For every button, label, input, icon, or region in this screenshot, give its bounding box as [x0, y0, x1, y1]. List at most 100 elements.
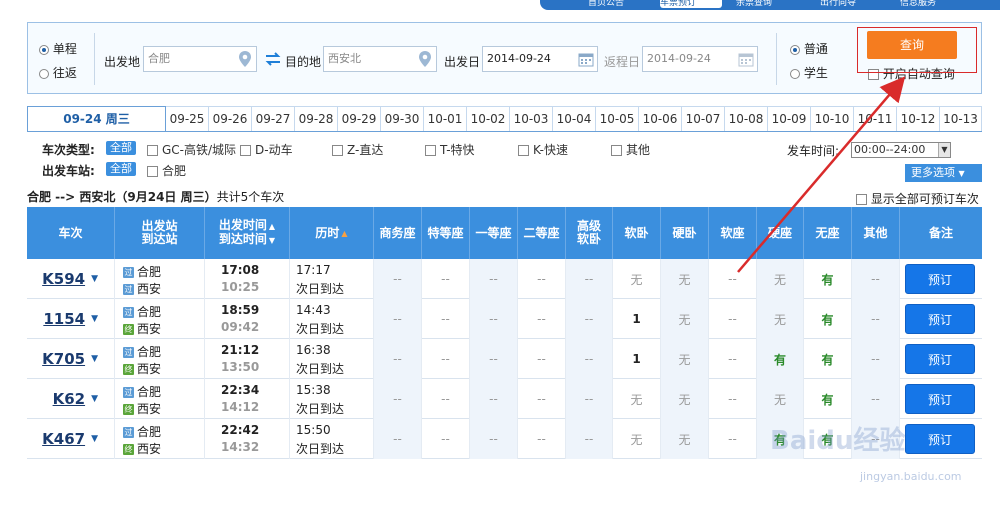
th-other-label: 其他 — [863, 225, 888, 240]
divider — [776, 33, 777, 85]
filter-gc[interactable]: GC-高铁/城际 — [147, 141, 236, 158]
checkbox-icon[interactable] — [240, 145, 251, 156]
chevron-down-icon[interactable]: ▼ — [91, 354, 98, 364]
book-button[interactable]: 预订 — [905, 304, 975, 334]
book-button[interactable]: 预订 — [905, 344, 975, 374]
date-tab[interactable]: 10-06 — [639, 106, 682, 132]
location-pin-icon[interactable] — [239, 51, 251, 67]
seat-availability: -- — [709, 259, 757, 299]
passenger-student[interactable]: 学生 — [790, 64, 828, 81]
th-times[interactable]: 出发时间 ▲ 到达时间 ▼ — [205, 207, 290, 259]
train-number-link[interactable]: K62 — [53, 390, 86, 408]
train-cell: K467 ▼ — [27, 419, 115, 459]
th-first-label: 一等座 — [475, 225, 512, 240]
book-button[interactable]: 预订 — [905, 424, 975, 454]
date-tab[interactable]: 10-08 — [725, 106, 768, 132]
chevron-down-icon[interactable]: ▼ — [91, 314, 98, 324]
more-options-button[interactable]: 更多选项 ▼ — [905, 164, 982, 182]
location-pin-icon[interactable] — [419, 51, 431, 67]
checkbox-icon[interactable] — [147, 145, 158, 156]
date-tab[interactable]: 10-13 — [940, 106, 982, 132]
date-tab[interactable]: 10-01 — [424, 106, 467, 132]
seat-availability: -- — [422, 259, 470, 299]
date-tab[interactable]: 09-28 — [295, 106, 338, 132]
train-number-link[interactable]: K705 — [42, 350, 85, 368]
seat-value: -- — [441, 272, 450, 286]
swap-icon[interactable] — [264, 52, 282, 66]
date-tab[interactable]: 09-29 — [338, 106, 381, 132]
train-number-link[interactable]: 1154 — [43, 310, 85, 328]
filter-station-hefei[interactable]: 合肥 — [147, 162, 186, 179]
checkbox-icon[interactable] — [518, 145, 529, 156]
filter-other[interactable]: 其他 — [611, 141, 650, 158]
to-station[interactable]: 终西安 — [123, 400, 161, 417]
trip-round[interactable]: 往返 — [39, 64, 77, 81]
seat-value: -- — [393, 352, 402, 366]
filter-z[interactable]: Z-直达 — [332, 141, 383, 158]
filter-t[interactable]: T-特快 — [425, 141, 475, 158]
filter-d[interactable]: D-动车 — [240, 141, 293, 158]
radio-one-way-icon[interactable] — [39, 44, 49, 55]
th-train[interactable]: 车次 — [27, 207, 115, 259]
chevron-down-icon[interactable]: ▼ — [91, 394, 98, 404]
show-all-bookable[interactable]: 显示全部可预订车次 — [856, 190, 979, 207]
chevron-down-icon[interactable]: ▼ — [91, 434, 98, 444]
station-all[interactable]: 全部 — [106, 162, 136, 176]
filter-k[interactable]: K-快速 — [518, 141, 568, 158]
date-tab[interactable]: 10-05 — [596, 106, 639, 132]
calendar-icon[interactable] — [738, 51, 754, 67]
sort-up-icon[interactable]: ▲ — [269, 222, 275, 231]
to-station[interactable]: 终西安 — [123, 320, 161, 337]
from-station[interactable]: 过合肥 — [123, 263, 161, 280]
train-number-link[interactable]: K467 — [42, 430, 85, 448]
from-station[interactable]: 过合肥 — [123, 303, 161, 320]
depart-time-select[interactable]: 00:00--24:00 ▼ — [851, 142, 951, 158]
from-station[interactable]: 过合肥 — [123, 423, 161, 440]
date-tab[interactable]: 10-12 — [897, 106, 940, 132]
checkbox-icon[interactable] — [147, 166, 158, 177]
train-number-link[interactable]: K594 — [42, 270, 85, 288]
date-tab[interactable]: 10-07 — [682, 106, 725, 132]
date-tab[interactable]: 09-25 — [166, 106, 209, 132]
sort-up-icon[interactable]: ▲ — [341, 227, 347, 240]
checkbox-icon[interactable] — [425, 145, 436, 156]
tab-home[interactable]: 首页公告 — [588, 0, 648, 8]
date-tab[interactable]: 10-11 — [854, 106, 897, 132]
to-station[interactable]: 过西安 — [123, 280, 161, 297]
date-tab[interactable]: 10-04 — [553, 106, 596, 132]
date-tab[interactable]: 09-24 周三 — [27, 106, 166, 132]
tab-info[interactable]: 信息服务 — [900, 0, 960, 8]
date-tab[interactable]: 10-02 — [467, 106, 510, 132]
to-station[interactable]: 终西安 — [123, 360, 161, 377]
checkbox-icon[interactable] — [856, 194, 867, 205]
th-duration[interactable]: 历时 ▲ — [290, 207, 374, 259]
radio-normal-icon[interactable] — [790, 44, 800, 55]
passenger-normal[interactable]: 普通 — [790, 40, 828, 57]
date-tab[interactable]: 09-27 — [252, 106, 295, 132]
divider — [94, 33, 95, 85]
date-tab[interactable]: 09-30 — [381, 106, 424, 132]
date-tab[interactable]: 10-10 — [811, 106, 854, 132]
sort-down-icon[interactable]: ▼ — [269, 236, 275, 245]
tab-remaining[interactable]: 余票查询 — [736, 0, 796, 8]
trip-one-way[interactable]: 单程 — [39, 40, 77, 57]
book-button[interactable]: 预订 — [905, 264, 975, 294]
date-tab[interactable]: 09-26 — [209, 106, 252, 132]
tab-guide[interactable]: 出行向导 — [820, 0, 880, 8]
seat-availability: 有 — [804, 379, 852, 419]
from-station[interactable]: 过合肥 — [123, 343, 161, 360]
train-type-all[interactable]: 全部 — [106, 141, 136, 155]
date-tab[interactable]: 10-03 — [510, 106, 553, 132]
checkbox-icon[interactable] — [332, 145, 343, 156]
from-station[interactable]: 过合肥 — [123, 383, 161, 400]
radio-student-icon[interactable] — [790, 68, 800, 79]
date-tab[interactable]: 10-09 — [768, 106, 811, 132]
calendar-icon[interactable] — [578, 51, 594, 67]
tab-booking[interactable]: 车票预订 — [660, 0, 722, 8]
book-button[interactable]: 预订 — [905, 384, 975, 414]
table-row: K62 ▼ 过合肥终西安 22:34 14:12 15:38 次日到达 -- -- -- -- -- 无… — [27, 379, 982, 419]
to-station[interactable]: 终西安 — [123, 440, 161, 457]
chevron-down-icon[interactable]: ▼ — [91, 274, 98, 284]
radio-round-icon[interactable] — [39, 68, 49, 79]
checkbox-icon[interactable] — [611, 145, 622, 156]
